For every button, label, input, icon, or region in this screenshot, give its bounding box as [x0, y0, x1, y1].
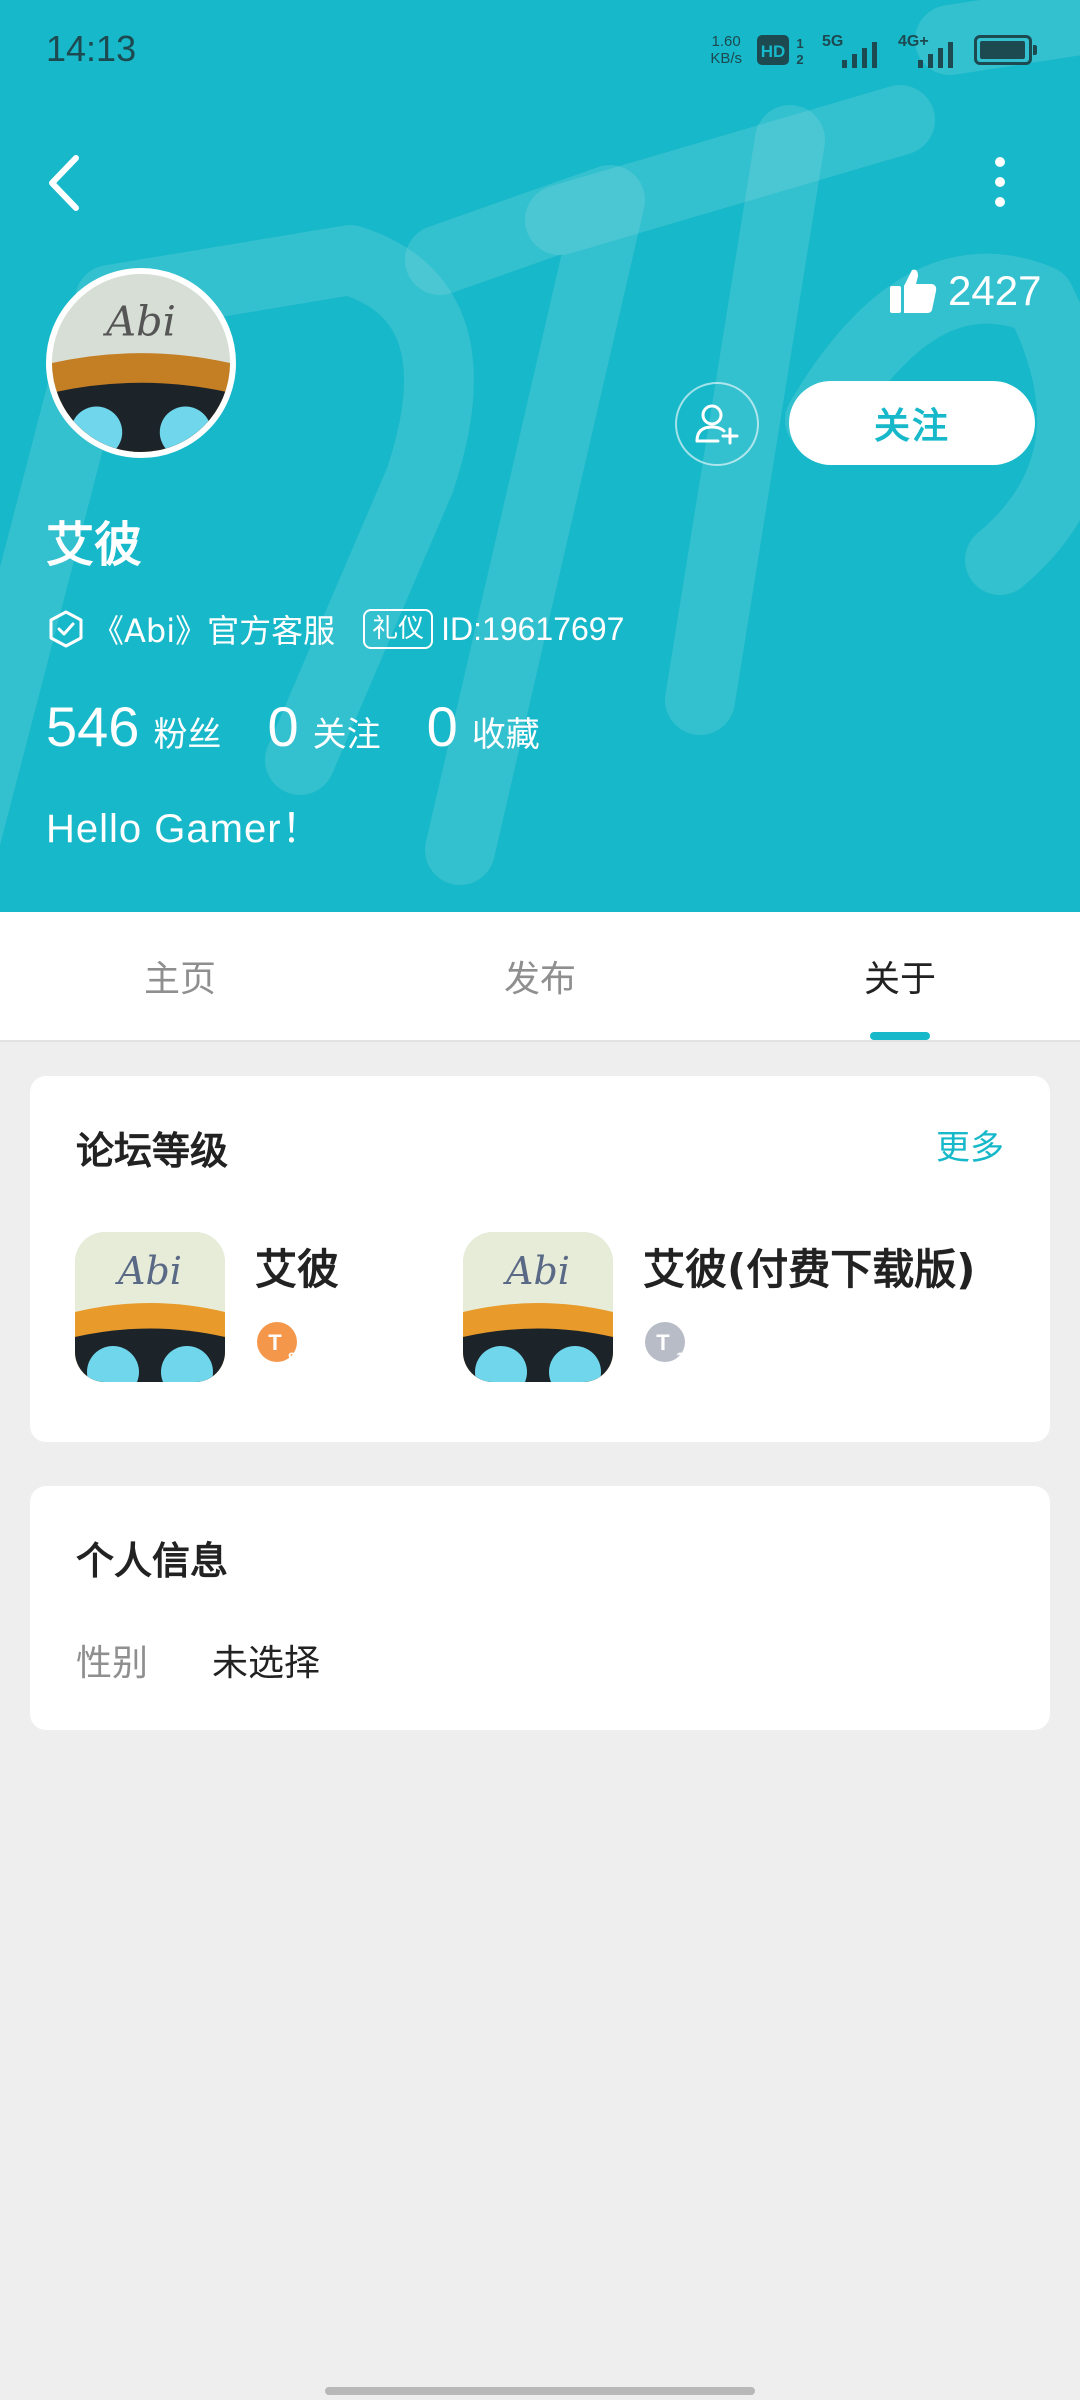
more-options-button[interactable] [980, 152, 1020, 212]
game-name: 艾彼 [255, 1245, 340, 1294]
thumbs-up-icon [890, 269, 937, 313]
avatar-image: Abi [52, 274, 230, 452]
favorites-count[interactable]: 0 [427, 694, 458, 759]
tab-about[interactable]: 关于 [720, 912, 1080, 1040]
tab-about-label: 关于 [863, 959, 936, 1000]
info-row-gender: 性别 未选择 [76, 1634, 320, 1686]
svg-text:1: 1 [796, 36, 803, 51]
network-speed: 1.60 KB/s [710, 33, 742, 67]
game-icon: Abi [463, 1232, 613, 1382]
tab-home[interactable]: 主页 [0, 912, 360, 1040]
like-count: 2427 [948, 267, 1042, 314]
svg-text:1: 1 [676, 1349, 684, 1365]
svg-text:2: 2 [796, 52, 803, 67]
svg-text:T: T [268, 1330, 282, 1355]
svg-text:Abi: Abi [102, 296, 176, 345]
forum-level-title: 论坛等级 [76, 1129, 229, 1173]
username: 艾彼 [46, 517, 143, 573]
profile-header: 14:13 1.60 KB/s HD 1 2 5G 4G+ Abi 2427 关… [0, 0, 1080, 912]
game-item[interactable]: Abi 艾彼 T 9 [75, 1232, 339, 1382]
tab-home-label: 主页 [143, 959, 216, 1000]
profile-tabs: 主页 发布 关于 [0, 912, 1080, 1042]
network-speed-value: 1.60 [711, 33, 741, 50]
hd-volte-icon: HD 1 2 [757, 35, 804, 67]
game-meta: 艾彼(付费下载版) T 1 [643, 1232, 975, 1382]
home-indicator[interactable] [325, 2387, 755, 2395]
gender-value: 未选择 [212, 1643, 321, 1684]
svg-text:9: 9 [288, 1349, 296, 1365]
forum-level-card: 论坛等级 更多 Abi 艾彼 T 9 Abi 艾彼(付费下载版) T 1 [30, 1076, 1050, 1442]
more-link[interactable]: 更多 [936, 1120, 1004, 1169]
follow-button[interactable]: 关注 [789, 381, 1035, 465]
battery-icon [974, 35, 1037, 65]
back-button[interactable] [40, 150, 90, 216]
following-count[interactable]: 0 [267, 694, 298, 759]
game-name: 艾彼(付费下载版) [643, 1245, 976, 1294]
level-badge-icon: T 9 [257, 1322, 297, 1365]
stats-row: 546 粉丝 0 关注 0 收藏 [46, 694, 586, 759]
svg-text:5G: 5G [822, 33, 843, 50]
game-meta: 艾彼 T 9 [255, 1232, 339, 1382]
verified-shield-icon [49, 610, 83, 648]
personal-info-title: 个人信息 [76, 1539, 229, 1583]
avatar[interactable]: Abi [46, 268, 236, 458]
like-counter[interactable]: 2427 [888, 266, 1041, 316]
followers-label[interactable]: 粉丝 [153, 707, 221, 756]
status-time: 14:13 [46, 28, 137, 69]
game-icon: Abi [75, 1232, 225, 1382]
signal-4g-icon: 4G+ [898, 33, 953, 68]
network-speed-unit: KB/s [710, 50, 742, 67]
svg-text:Abi: Abi [115, 1249, 182, 1293]
add-user-icon [695, 404, 739, 445]
official-title: 《Abi》官方客服 [92, 612, 336, 650]
etiquette-tag[interactable]: 礼仪 [363, 609, 434, 649]
favorites-label[interactable]: 收藏 [472, 707, 540, 756]
svg-text:HD: HD [761, 42, 786, 61]
gender-label: 性别 [76, 1643, 149, 1684]
signal-5g-icon: 5G [822, 33, 877, 68]
status-bar: 14:13 1.60 KB/s HD 1 2 5G 4G+ [0, 0, 1080, 100]
personal-info-card: 个人信息 性别 未选择 [30, 1486, 1050, 1730]
svg-text:4G+: 4G+ [898, 33, 929, 50]
bio: Hello Gamer！ [46, 807, 323, 851]
svg-text:Abi: Abi [503, 1249, 570, 1293]
level-badge-icon: T 1 [645, 1322, 685, 1365]
add-friend-button[interactable] [675, 382, 759, 466]
svg-text:T: T [656, 1330, 670, 1355]
tab-posts[interactable]: 发布 [360, 912, 720, 1040]
game-item[interactable]: Abi 艾彼(付费下载版) T 1 [463, 1232, 975, 1382]
status-icons: 1.60 KB/s HD 1 2 5G 4G+ [710, 30, 1037, 70]
tab-posts-label: 发布 [503, 959, 576, 1000]
user-id: ID:19617697 [441, 610, 625, 647]
badge-row: 《Abi》官方客服 礼仪 ID:19617697 [46, 606, 624, 652]
active-tab-indicator [870, 1032, 930, 1040]
followers-count[interactable]: 546 [46, 694, 139, 759]
following-label[interactable]: 关注 [313, 707, 381, 756]
